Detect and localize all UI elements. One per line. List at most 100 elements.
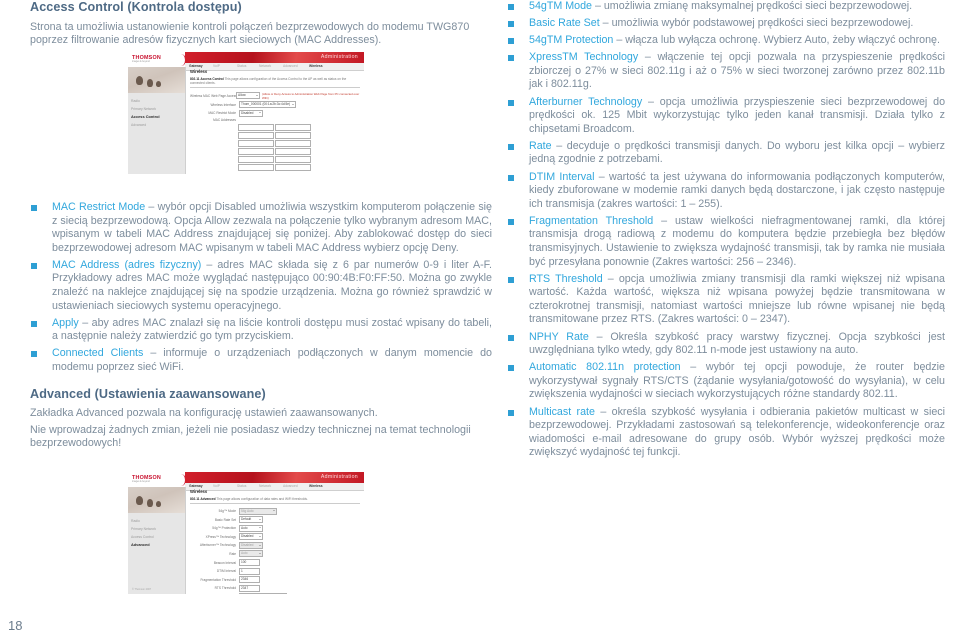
router-sidebar: Radio Primary Network Access Control Adv… bbox=[128, 487, 186, 594]
field-label: DTIM Interval bbox=[216, 569, 236, 574]
photo-person-icon bbox=[156, 81, 161, 87]
sidebar-item-radio[interactable]: Radio bbox=[131, 97, 183, 105]
mac-address-input[interactable] bbox=[238, 147, 274, 155]
beacon-interval-input[interactable]: 100 bbox=[238, 559, 260, 567]
bullet-term: Multicast rate bbox=[529, 405, 595, 418]
mac-address-input[interactable] bbox=[238, 139, 274, 147]
sidebar-item-radio[interactable]: Radio bbox=[131, 517, 183, 525]
mac-address-input[interactable] bbox=[275, 123, 311, 131]
access-control-intro-paragraph: Strona ta umożliwia ustanowienie kontrol… bbox=[30, 20, 470, 47]
mac-address-input[interactable] bbox=[275, 147, 311, 155]
bullet-square-icon bbox=[508, 38, 514, 45]
bullet-square-icon bbox=[508, 334, 514, 341]
sidebar-item-advanced[interactable]: Advanced bbox=[131, 121, 183, 129]
list-item: 54gTM Mode – umożliwia zmianę maksymalne… bbox=[507, 0, 945, 14]
content-subtitle-text: This page allows configuration of data r… bbox=[216, 496, 308, 501]
nav-item-gateway[interactable]: Gateway bbox=[189, 64, 203, 68]
field-row: Rate Auto bbox=[190, 550, 360, 558]
bullet-text: – włącza lub wyłącza ochronę. Wybierz Au… bbox=[613, 34, 940, 47]
fragmentation-threshold-input[interactable]: 2346 bbox=[238, 576, 260, 584]
nav-item-voip[interactable]: VoIP bbox=[213, 64, 220, 68]
bullet-term: MAC Address (adres fizyczny) bbox=[52, 258, 202, 271]
field-label: Afterburner™ Technology bbox=[199, 543, 236, 548]
nav-item-network[interactable]: Network bbox=[259, 484, 271, 488]
bullet-text: – umożliwia wybór podstawowej prędkości … bbox=[599, 17, 914, 30]
wireless-interface-select[interactable]: Thom_000001 (00:1a:2b:3c:4d:5e) bbox=[238, 101, 297, 109]
administration-label: Administration bbox=[320, 474, 358, 481]
brand-tagline: images & beyond bbox=[132, 61, 150, 63]
mac-address-input[interactable] bbox=[275, 131, 311, 139]
content-subtitle-bold: 802.11 Advanced bbox=[190, 496, 216, 501]
basic-rate-set-select[interactable]: Default bbox=[238, 516, 263, 524]
right-column: 54gTM Mode – umożliwia zmianę maksymalne… bbox=[507, 0, 945, 463]
rate-select[interactable]: Auto bbox=[238, 550, 263, 558]
bullet-term: XpressTM Technology bbox=[529, 51, 639, 64]
field-label: RTS Threshold bbox=[214, 586, 236, 591]
mac-addresses-label: MAC Addresses bbox=[213, 118, 236, 123]
sidebar-item-access-control[interactable]: Access Control bbox=[131, 533, 183, 541]
bullet-square-icon bbox=[508, 174, 514, 181]
nav-item-network[interactable]: Network bbox=[259, 64, 271, 68]
content-title: Wireless bbox=[190, 489, 208, 494]
afterburner-technology-select[interactable]: Disabled bbox=[238, 541, 263, 549]
rts-threshold-input[interactable]: 2347 bbox=[238, 584, 260, 592]
field-row: 54g™ Mode 54g Auto bbox=[190, 507, 360, 515]
field-label: XPress™ Technology bbox=[205, 534, 236, 539]
brand-tagline: images & beyond bbox=[132, 481, 150, 483]
bullet-term: Automatic 802.11n protection bbox=[529, 361, 681, 374]
mode-54g-select[interactable]: 54g Auto bbox=[238, 507, 277, 515]
nav-item-wireless[interactable]: Wireless bbox=[309, 64, 323, 68]
xpress-technology-select[interactable]: Disabled bbox=[238, 533, 263, 541]
list-item: Basic Rate Set – umożliwia wybór podstaw… bbox=[507, 17, 945, 31]
mac-address-input[interactable] bbox=[238, 163, 274, 171]
page-title-access-control: Access Control (Kontrola dostępu) bbox=[30, 0, 242, 14]
bullet-square-icon bbox=[508, 99, 514, 106]
sidebar-photo bbox=[128, 487, 185, 513]
router-header-band: Administration bbox=[185, 472, 364, 483]
screenshot-advanced: THOMSON images & beyond Administration G… bbox=[128, 472, 364, 594]
field-row: 54g™ Protection Auto bbox=[190, 524, 360, 532]
mac-address-input[interactable] bbox=[275, 139, 311, 147]
nav-item-advanced[interactable]: Advanced bbox=[283, 484, 298, 488]
bullet-term: Apply bbox=[52, 316, 79, 329]
list-item: Multicast rate – określa szybkość wysyła… bbox=[507, 406, 945, 460]
sidebar-item-primary-network[interactable]: Primary Network bbox=[131, 525, 183, 533]
nav-item-gateway[interactable]: Gateway bbox=[189, 484, 203, 488]
bullet-term: Fragmentation Threshold bbox=[529, 214, 654, 227]
mac-address-table bbox=[238, 123, 360, 171]
bullet-text: – aby adres MAC znalazł się na liście ko… bbox=[52, 316, 492, 343]
bullet-square-icon bbox=[508, 276, 514, 283]
mac-address-input[interactable] bbox=[238, 123, 274, 131]
mac-restrict-mode-select[interactable]: Disabled bbox=[238, 109, 263, 117]
mac-address-input[interactable] bbox=[238, 131, 274, 139]
nav-item-voip[interactable]: VoIP bbox=[213, 484, 220, 488]
list-item: NPHY Rate – Określa szybkość pracy warst… bbox=[507, 331, 945, 358]
mac-address-input[interactable] bbox=[275, 163, 311, 171]
field-label: 54g™ Mode bbox=[218, 509, 236, 513]
field-row: Fragmentation Threshold 2346 bbox=[190, 576, 360, 584]
bullet-square-icon bbox=[508, 365, 514, 372]
nav-item-status[interactable]: Status bbox=[237, 64, 246, 68]
list-item: MAC Address (adres fizyczny) – adres MAC… bbox=[30, 259, 492, 313]
bullet-square-icon bbox=[508, 55, 514, 62]
nav-item-advanced[interactable]: Advanced bbox=[283, 64, 298, 68]
administration-label: Administration bbox=[320, 54, 358, 61]
nav-item-wireless[interactable]: Wireless bbox=[309, 484, 323, 488]
nav-item-status[interactable]: Status bbox=[237, 484, 246, 488]
sidebar-item-primary-network[interactable]: Primary Network bbox=[131, 105, 183, 113]
sidebar-menu: Radio Primary Network Access Control Adv… bbox=[131, 97, 183, 129]
nphy-rate-select[interactable]: Auto bbox=[238, 593, 287, 594]
mac-address-input[interactable] bbox=[238, 155, 274, 163]
bullet-term: NPHY Rate bbox=[529, 330, 589, 343]
photo-person-icon bbox=[136, 496, 143, 505]
field-row: Afterburner™ Technology Disabled bbox=[190, 541, 360, 549]
bullet-square-icon bbox=[31, 262, 37, 269]
mac-address-input[interactable] bbox=[275, 155, 311, 163]
list-item: Automatic 802.11n protection – wybór tej… bbox=[507, 361, 945, 402]
dtim-interval-input[interactable]: 1 bbox=[238, 567, 260, 575]
field-row: Wireless MAC Web Page Access Allow (Allo… bbox=[190, 92, 360, 100]
protection-54g-select[interactable]: Auto bbox=[238, 524, 263, 532]
web-page-access-select[interactable]: Allow bbox=[235, 92, 261, 99]
sidebar-item-advanced[interactable]: Advanced bbox=[131, 541, 183, 549]
sidebar-item-access-control[interactable]: Access Control bbox=[131, 113, 183, 121]
